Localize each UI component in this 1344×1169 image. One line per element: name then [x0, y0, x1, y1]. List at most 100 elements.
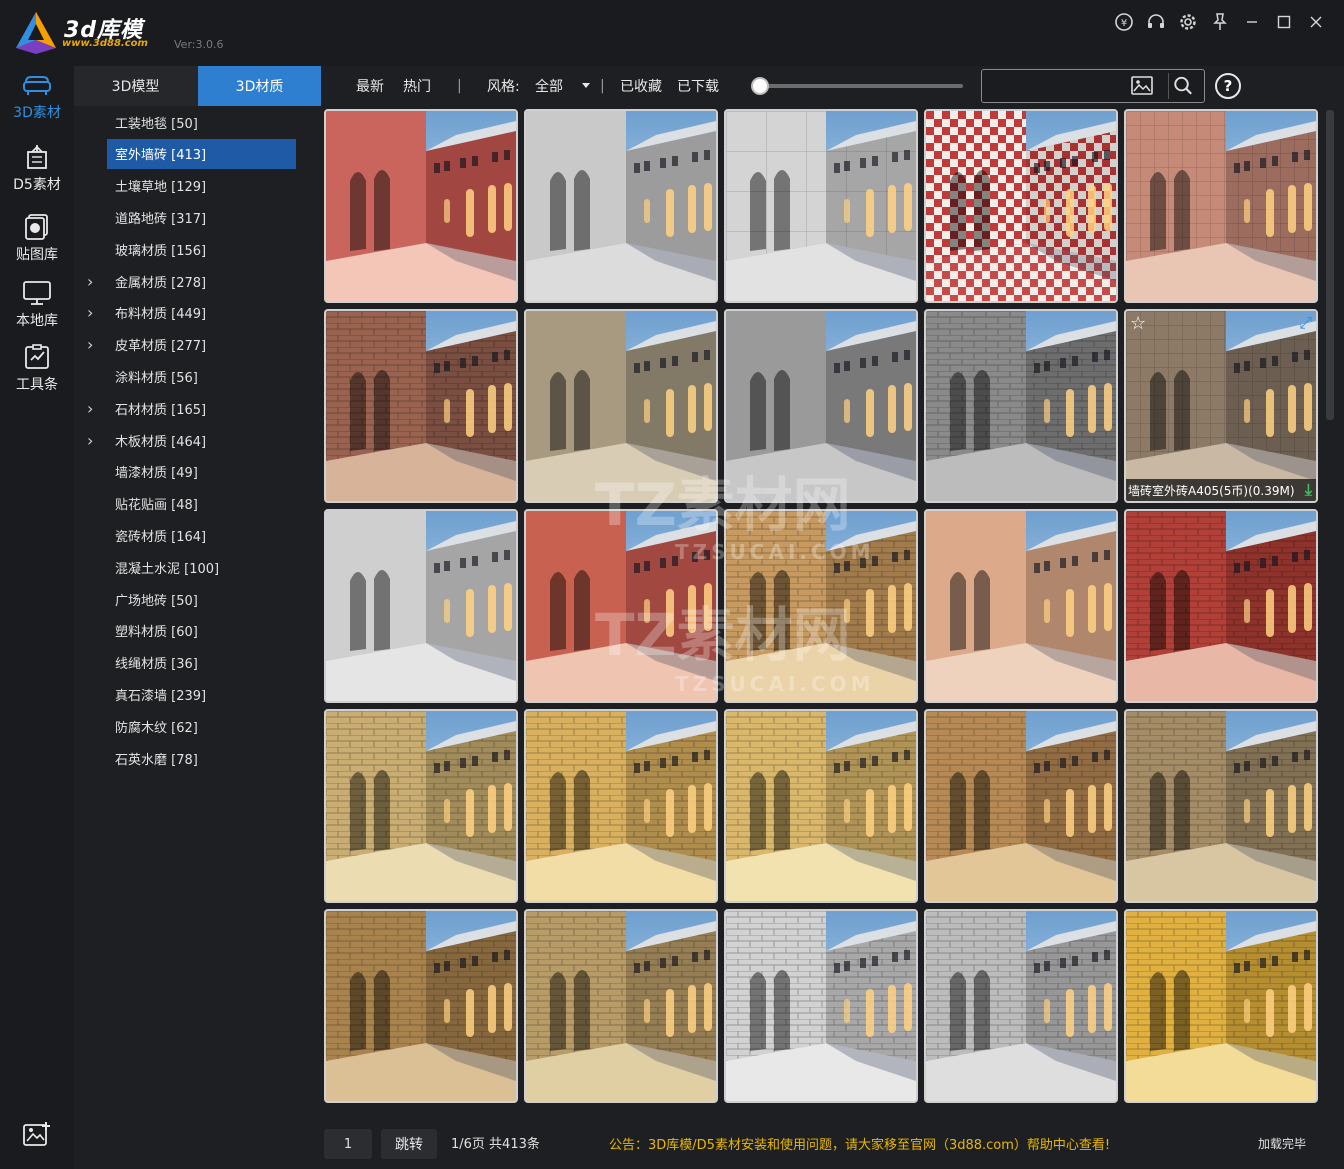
download-icon[interactable]: ⤓: [1305, 480, 1312, 500]
expand-icon[interactable]: ⤢: [1299, 313, 1312, 333]
material-tile[interactable]: [1124, 509, 1318, 703]
material-tile[interactable]: [1124, 709, 1318, 903]
category-item[interactable]: 塑料材质 [60]: [107, 616, 296, 646]
material-tile[interactable]: [324, 309, 518, 503]
favorites-filter-button[interactable]: 已收藏: [620, 66, 662, 106]
category-label: 石英水磨 [78]: [115, 752, 198, 768]
category-item[interactable]: 涂料材质 [56]: [107, 361, 296, 391]
category-item[interactable]: 真石漆墙 [239]: [107, 679, 296, 709]
category-item[interactable]: › 皮革材质 [277]: [87, 330, 296, 360]
jump-button[interactable]: 跳转: [381, 1129, 437, 1159]
image-search-icon[interactable]: [1128, 74, 1156, 98]
rail-item-label: 工具条: [16, 377, 58, 393]
material-tile[interactable]: [924, 909, 1118, 1103]
material-tile[interactable]: [724, 909, 918, 1103]
material-tile[interactable]: [524, 309, 718, 503]
settings-gear-icon[interactable]: [1172, 10, 1204, 34]
material-tile[interactable]: [524, 709, 718, 903]
category-label: 防腐木纹 [62]: [115, 720, 198, 736]
category-item[interactable]: 广场地砖 [50]: [107, 584, 296, 614]
category-item[interactable]: 道路地砖 [317]: [107, 202, 296, 232]
tab-3d-materials[interactable]: 3D材质: [198, 66, 321, 106]
style-filter-label: 风格:: [487, 79, 520, 95]
chevron-right-icon[interactable]: ›: [87, 335, 93, 354]
category-item[interactable]: › 布料材质 [449]: [87, 298, 296, 328]
category-item[interactable]: 防腐木纹 [62]: [107, 711, 296, 741]
material-tile[interactable]: [1124, 109, 1318, 303]
material-tile[interactable]: [324, 509, 518, 703]
page-number-input[interactable]: 1: [324, 1129, 372, 1159]
category-item[interactable]: 石英水磨 [78]: [107, 743, 296, 773]
material-tile[interactable]: [524, 909, 718, 1103]
category-label: 瓷砖材质 [164]: [115, 529, 207, 545]
material-tile[interactable]: [724, 709, 918, 903]
chevron-right-icon[interactable]: ›: [87, 431, 93, 450]
category-item[interactable]: 玻璃材质 [156]: [107, 234, 296, 264]
category-item[interactable]: › 木板材质 [464]: [87, 425, 296, 455]
chevron-right-icon[interactable]: ›: [87, 303, 93, 322]
maximize-icon[interactable]: [1268, 10, 1300, 34]
category-item[interactable]: › 石材材质 [165]: [87, 393, 296, 423]
category-item[interactable]: 室外墙砖 [413]: [107, 138, 296, 169]
downloaded-filter-button[interactable]: 已下载: [677, 66, 719, 106]
sort-hot-button[interactable]: 热门: [403, 66, 431, 106]
help-icon[interactable]: ?: [1215, 73, 1241, 99]
close-icon[interactable]: [1300, 10, 1332, 34]
rail-item-texture-library[interactable]: 贴图库: [0, 214, 74, 264]
rail-item-local-library[interactable]: 本地库: [0, 280, 74, 330]
material-preview: [526, 311, 716, 501]
tab-3d-models[interactable]: 3D模型: [74, 66, 197, 106]
material-tile[interactable]: [724, 509, 918, 703]
material-caption-text: 墙砖室外砖A405(5币)(0.39M): [1128, 483, 1295, 498]
category-item[interactable]: 线绳材质 [36]: [107, 648, 296, 678]
category-label: 玻璃材质 [156]: [115, 243, 207, 259]
toolbar-separator: |: [600, 78, 605, 94]
material-tile[interactable]: [324, 909, 518, 1103]
material-tile[interactable]: [924, 509, 1118, 703]
chevron-right-icon[interactable]: ›: [87, 399, 93, 418]
add-image-icon[interactable]: [22, 1121, 52, 1149]
favorite-star-icon[interactable]: ☆: [1130, 313, 1146, 334]
grid-scrollbar[interactable]: [1326, 110, 1334, 420]
thumbnail-size-slider[interactable]: [758, 84, 963, 88]
material-preview: [326, 111, 516, 301]
style-filter-select[interactable]: 全部: [535, 66, 591, 106]
category-item[interactable]: 瓷砖材质 [164]: [107, 520, 296, 550]
chevron-right-icon[interactable]: ›: [87, 272, 93, 291]
search-icon[interactable]: [1168, 73, 1196, 99]
announcement-text[interactable]: 公告：3D库模/D5素材安装和使用问题，请大家移至官网（3d88.com）帮助中…: [609, 1134, 1110, 1153]
material-tile[interactable]: [324, 109, 518, 303]
pin-icon[interactable]: [1204, 10, 1236, 34]
material-tile[interactable]: [924, 709, 1118, 903]
search-input[interactable]: [990, 76, 1120, 98]
coin-icon[interactable]: ¥: [1108, 10, 1140, 34]
material-tile[interactable]: [924, 309, 1118, 503]
slider-handle[interactable]: [751, 77, 769, 95]
rail-item-toolbar[interactable]: 工具条: [0, 344, 74, 394]
category-item[interactable]: 墙漆材质 [49]: [107, 457, 296, 487]
material-tile[interactable]: [524, 109, 718, 303]
rail-item-label: D5素材: [13, 177, 61, 193]
category-item[interactable]: 工装地毯 [50]: [107, 107, 296, 137]
material-tile[interactable]: [324, 709, 518, 903]
material-tile[interactable]: [1124, 909, 1318, 1103]
material-tile[interactable]: ☆ ⤢ 墙砖室外砖A405(5币)(0.39M) ⤓: [1124, 309, 1318, 503]
material-tile[interactable]: [724, 309, 918, 503]
category-label: 布料材质 [449]: [115, 307, 207, 323]
material-tile[interactable]: [924, 109, 1118, 303]
category-item[interactable]: 贴花贴画 [48]: [107, 489, 296, 519]
rail-item-d5-assets[interactable]: D5素材: [0, 144, 74, 194]
material-tile[interactable]: [524, 509, 718, 703]
category-item[interactable]: 土壤草地 [129]: [107, 171, 296, 201]
sofa-icon: [23, 76, 51, 95]
minimize-icon[interactable]: [1236, 10, 1268, 34]
asset-type-tabs: 3D模型 3D材质: [74, 66, 321, 106]
material-tile[interactable]: [724, 109, 918, 303]
material-preview: [1126, 311, 1316, 501]
rail-item-3d-assets[interactable]: 3D素材: [0, 72, 74, 122]
category-label: 涂料材质 [56]: [115, 370, 198, 386]
sort-latest-button[interactable]: 最新: [356, 66, 384, 106]
category-item[interactable]: 混凝土水泥 [100]: [107, 552, 296, 582]
support-headset-icon[interactable]: [1140, 10, 1172, 34]
category-item[interactable]: › 金属材质 [278]: [87, 266, 296, 296]
